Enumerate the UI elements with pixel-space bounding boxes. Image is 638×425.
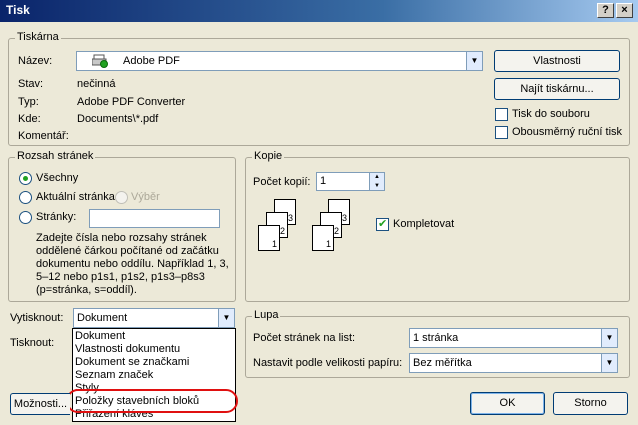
help-button[interactable]: ? <box>597 3 614 18</box>
range-all-label[interactable]: Všechny <box>36 172 78 184</box>
chevron-down-icon[interactable]: ▼ <box>601 354 617 372</box>
printer-name-value: Adobe PDF <box>123 55 180 67</box>
page-range-group-label: Rozsah stránek <box>15 150 96 162</box>
collate-page: 1 <box>312 225 334 251</box>
comment-label: Komentář: <box>18 130 69 142</box>
page-range-hint: Zadejte čísla nebo rozsahy stránek odděl… <box>36 232 229 296</box>
dropdown-option[interactable]: Dokument <box>75 330 125 342</box>
window-title: Tisk <box>6 3 30 17</box>
zoom-group-label: Lupa <box>252 309 281 321</box>
close-button[interactable]: × <box>616 3 633 18</box>
copies-count-value: 1 <box>320 175 327 187</box>
scale-value: Bez měřítka <box>413 357 472 369</box>
chevron-down-icon[interactable]: ▼ <box>218 309 234 327</box>
printer-name-select[interactable]: Adobe PDF ▼ <box>76 51 483 71</box>
print-what-label: Vytisknout: <box>10 312 64 324</box>
spin-up-icon[interactable]: ▲ <box>369 173 384 182</box>
print-to-file-checkbox[interactable] <box>495 108 508 121</box>
where-label: Kde: <box>18 113 41 125</box>
copies-count-input[interactable]: 1 ▲ ▼ <box>316 172 385 191</box>
dropdown-option[interactable]: Dokument se značkami <box>75 356 189 368</box>
highlight-annotation <box>66 389 238 413</box>
copies-count-label: Počet kopií: <box>253 176 311 188</box>
range-pages-label[interactable]: Stránky: <box>36 211 76 223</box>
type-value: Adobe PDF Converter <box>77 96 186 108</box>
chevron-down-icon[interactable]: ▼ <box>601 329 617 347</box>
close-icon: × <box>621 4 628 16</box>
spin-down-icon[interactable]: ▼ <box>369 182 384 190</box>
range-current-radio[interactable] <box>19 191 32 204</box>
collate-label[interactable]: Kompletovat <box>393 218 454 230</box>
pages-per-sheet-label: Počet stránek na list: <box>253 332 356 344</box>
pages-per-sheet-value: 1 stránka <box>413 332 459 344</box>
title-bar: Tisk ? × <box>0 0 638 22</box>
status-label: Stav: <box>18 78 44 90</box>
find-printer-button[interactable]: Najít tiskárnu... <box>494 78 620 100</box>
pages-per-sheet-select[interactable]: 1 stránka ▼ <box>409 328 618 348</box>
where-value: Documents\*.pdf <box>77 113 159 125</box>
scale-select[interactable]: Bez měřítka ▼ <box>409 353 618 373</box>
printer-icon <box>91 54 108 68</box>
dropdown-option[interactable]: Seznam značek <box>75 369 153 381</box>
options-button[interactable]: Možnosti... <box>10 393 70 415</box>
duplex-label[interactable]: Obousměrný ruční tisk <box>512 126 622 138</box>
range-all-radio[interactable] <box>19 172 32 185</box>
range-pages-radio[interactable] <box>19 211 32 224</box>
print-label: Tisknout: <box>10 337 55 349</box>
print-to-file-label[interactable]: Tisk do souboru <box>512 108 590 120</box>
pages-input[interactable] <box>89 209 220 228</box>
properties-button[interactable]: Vlastnosti <box>494 50 620 72</box>
scale-label: Nastavit podle velikosti papíru: <box>253 357 403 369</box>
range-selection-radio <box>115 191 128 204</box>
print-dialog: Tisk ? × Tiskárna Název: Adobe PDF ▼ Sta… <box>0 0 638 425</box>
type-label: Typ: <box>18 96 39 108</box>
range-current-label[interactable]: Aktuální stránka <box>36 191 115 203</box>
collate-page: 1 <box>258 225 280 251</box>
dropdown-option[interactable]: Vlastnosti dokumentu <box>75 343 180 355</box>
printer-group-label: Tiskárna <box>15 31 61 43</box>
printer-name-label: Název: <box>18 55 53 67</box>
copies-group-label: Kopie <box>252 150 285 162</box>
duplex-checkbox[interactable] <box>495 126 508 139</box>
ok-button[interactable]: OK <box>470 392 545 415</box>
print-what-select[interactable]: Dokument ▼ <box>73 308 235 328</box>
print-what-value: Dokument <box>77 312 128 324</box>
cancel-button[interactable]: Storno <box>553 392 628 415</box>
status-value: nečinná <box>77 78 116 90</box>
chevron-down-icon[interactable]: ▼ <box>466 52 482 70</box>
help-icon: ? <box>602 4 609 16</box>
range-selection-label: Výběr <box>131 191 160 203</box>
collate-checkbox[interactable] <box>376 217 389 231</box>
